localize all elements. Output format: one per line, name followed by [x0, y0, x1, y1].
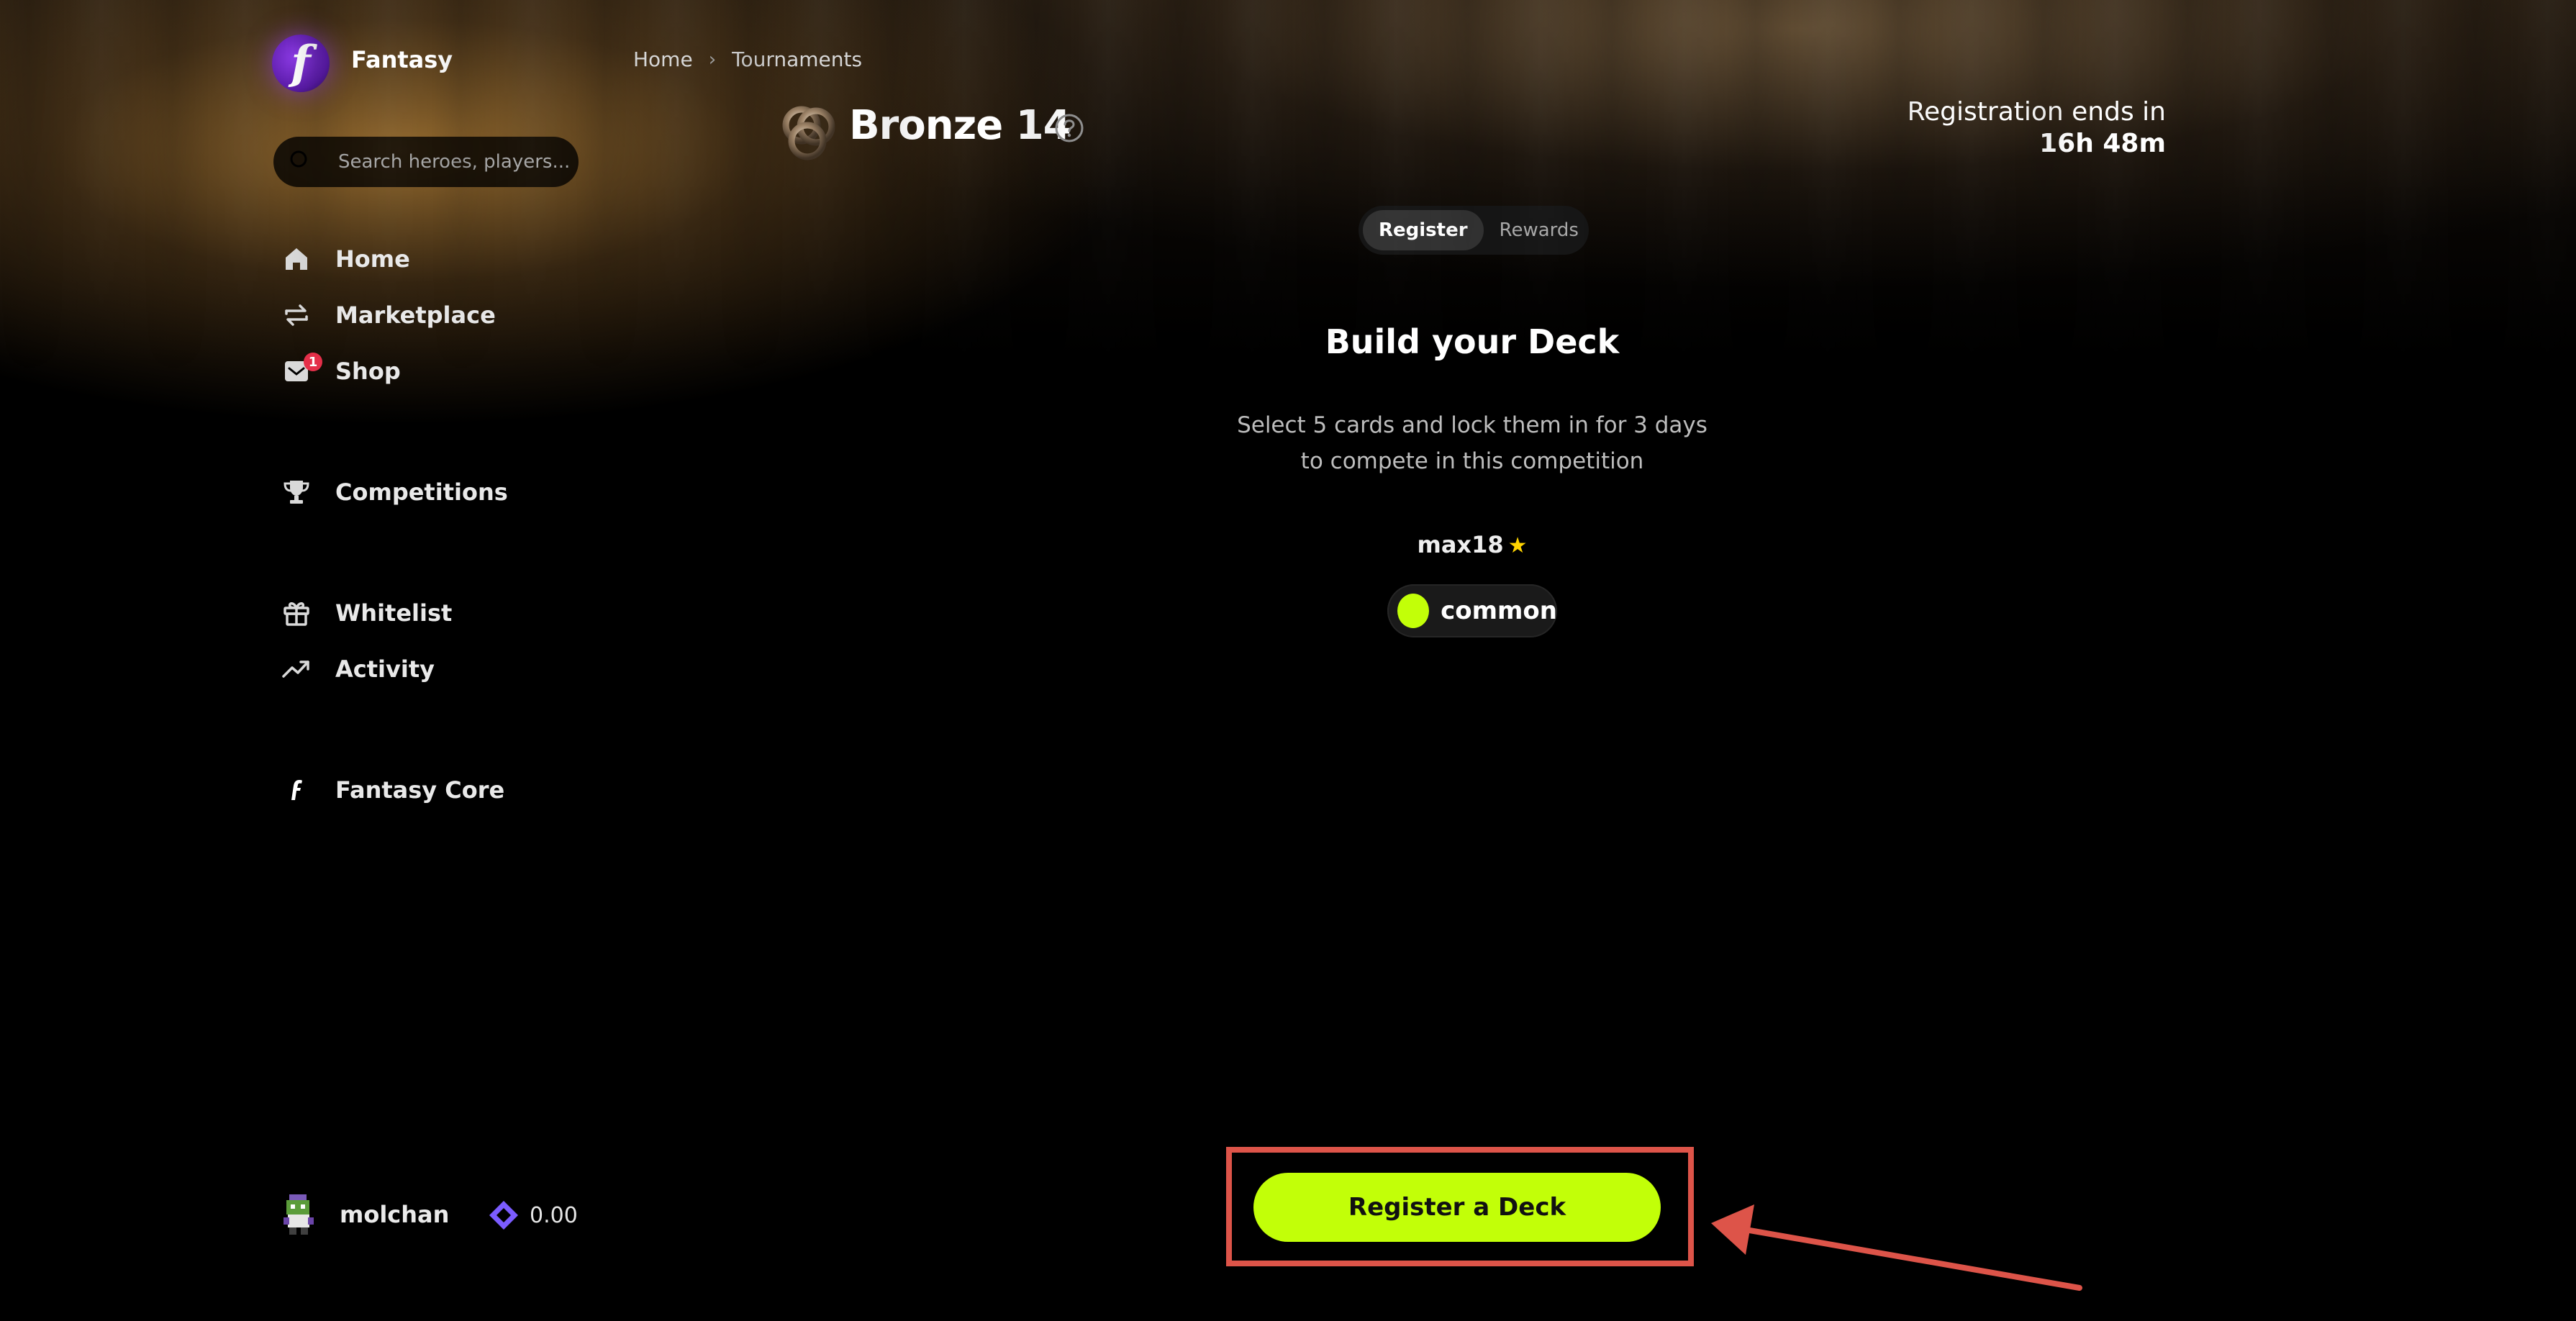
logo-letter: f	[291, 36, 311, 90]
deck-title: Build your Deck	[1325, 322, 1620, 361]
rarity-dot-icon	[1397, 594, 1430, 628]
search-bar[interactable]	[273, 137, 579, 187]
brand-name[interactable]: Fantasy	[351, 46, 453, 73]
tournament-title: Bronze 14	[849, 102, 1071, 149]
deck-description-line: to compete in this competition	[1300, 448, 1644, 474]
sidebar-item-label: Whitelist	[335, 599, 453, 627]
annotation-arrow-icon	[1711, 1204, 2082, 1291]
chevron-right-icon: ›	[708, 48, 717, 71]
sidebar-item-activity[interactable]: Activity	[279, 649, 435, 689]
tournament-tabs: Register Rewards	[1359, 206, 1589, 255]
tab-register[interactable]: Register	[1363, 210, 1484, 250]
sidebar-item-label: Home	[335, 245, 410, 273]
sidebar-item-home[interactable]: Home	[279, 239, 410, 279]
sidebar-item-label: Fantasy Core	[335, 776, 505, 804]
trophy-icon	[279, 475, 314, 509]
search-icon	[290, 150, 307, 168]
breadcrumb: Home › Tournaments	[633, 47, 862, 71]
star-icon: ★	[1507, 533, 1528, 558]
owner-name: max18	[1417, 531, 1504, 558]
home-icon	[279, 242, 314, 276]
trending-up-icon	[279, 652, 314, 686]
breadcrumb-home[interactable]: Home	[633, 47, 693, 71]
fantasy-logo[interactable]: f	[272, 35, 330, 92]
registration-label: Registration ends in	[1907, 97, 2166, 127]
deck-description: Select 5 cards and lock them in for 3 da…	[1216, 407, 1728, 479]
shop-inbox-icon: 1	[279, 353, 322, 389]
diamond-icon	[489, 1201, 518, 1230]
user-profile[interactable]: molchan	[279, 1191, 449, 1238]
help-icon[interactable]	[1053, 112, 1085, 144]
sidebar-item-marketplace[interactable]: Marketplace	[279, 295, 496, 335]
sidebar-item-label: Shop	[335, 358, 401, 385]
search-input[interactable]	[337, 150, 570, 173]
sidebar-item-label: Competitions	[335, 478, 508, 506]
sidebar-item-label: Marketplace	[335, 301, 496, 329]
deck-owner: max18 ★	[1396, 531, 1548, 558]
tab-rewards[interactable]: Rewards	[1484, 210, 1595, 250]
notification-badge: 1	[304, 353, 322, 371]
sidebar-item-competitions[interactable]: Competitions	[279, 472, 508, 512]
fantasy-core-icon	[279, 773, 314, 807]
rarity-label: common	[1441, 596, 1557, 625]
registration-time: 16h 48m	[2039, 129, 2166, 158]
deck-description-line: Select 5 cards and lock them in for 3 da…	[1237, 412, 1707, 438]
rarity-selector[interactable]: common	[1387, 584, 1557, 637]
balance-value: 0.00	[530, 1202, 578, 1228]
username: molchan	[340, 1201, 450, 1228]
swap-arrows-icon	[279, 298, 314, 332]
sidebar-item-shop[interactable]: 1 Shop	[279, 351, 401, 391]
breadcrumb-current[interactable]: Tournaments	[732, 47, 862, 71]
avatar	[284, 1194, 314, 1235]
registration-countdown: Registration ends in 16h 48m	[1908, 96, 2166, 160]
sidebar-item-label: Activity	[335, 655, 435, 683]
wallet-balance[interactable]: 0.00	[486, 1197, 578, 1233]
app-root: f Fantasy Home Marketplace 1 Shop C	[0, 0, 2576, 1321]
sidebar-item-fantasy-core[interactable]: Fantasy Core	[279, 770, 504, 810]
gift-icon	[279, 596, 314, 630]
register-deck-button[interactable]: Register a Deck	[1253, 1173, 1661, 1242]
sidebar-item-whitelist[interactable]: Whitelist	[279, 593, 452, 633]
bronze-tier-icon	[782, 106, 835, 160]
